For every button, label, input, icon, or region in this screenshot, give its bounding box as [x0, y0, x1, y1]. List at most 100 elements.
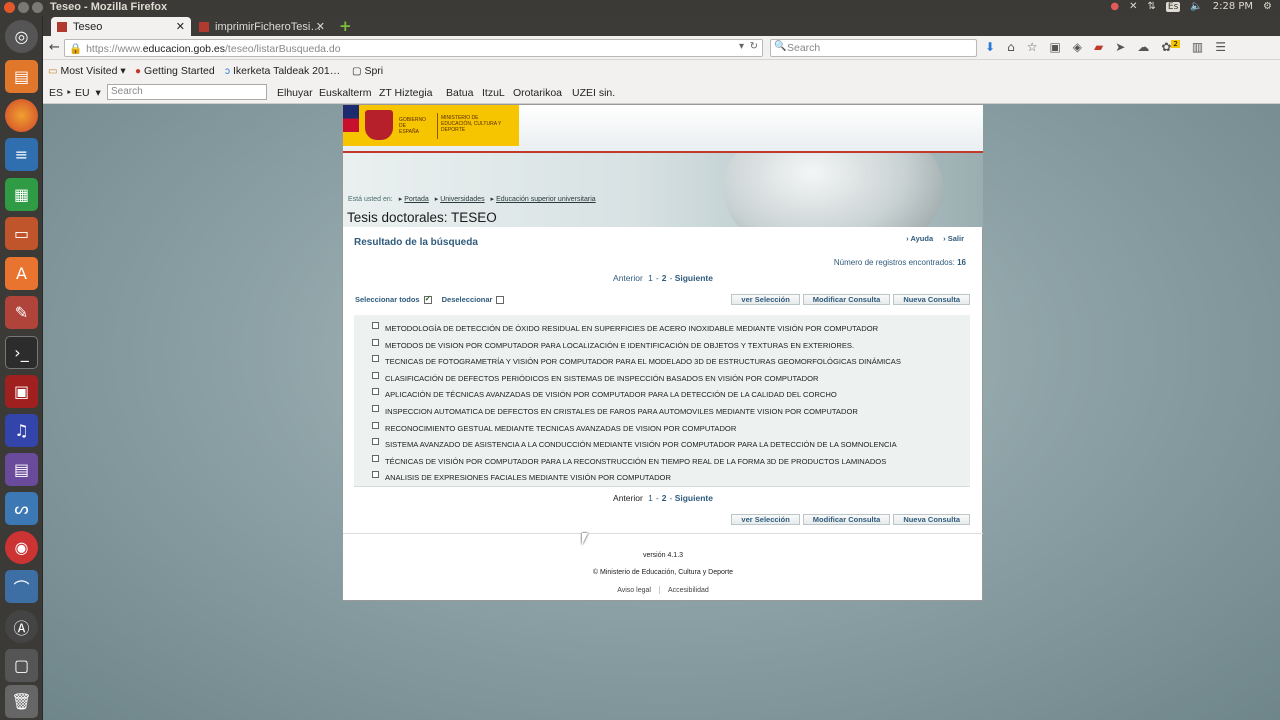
- breadcrumb-universidades[interactable]: Universidades: [440, 196, 484, 203]
- breadcrumb-educacion-superior[interactable]: Educación superior universitaria: [496, 196, 596, 203]
- list-item[interactable]: METODOLOGÍA DE DETECCIÓN DE ÓXIDO RESIDU…: [372, 322, 878, 333]
- ver-seleccion-button[interactable]: ver Selección: [731, 294, 800, 305]
- trash-icon[interactable]: 🗑: [5, 685, 38, 718]
- addon-icon[interactable]: ▰: [1094, 40, 1103, 54]
- thesis-title[interactable]: ANALISIS DE EXPRESIONES FACIALES MEDIANT…: [385, 473, 671, 482]
- power-gear-icon[interactable]: ⚙: [1263, 1, 1272, 12]
- window-maximize-button[interactable]: [32, 2, 43, 13]
- app-icon[interactable]: ▣: [5, 375, 38, 408]
- deselect-checkbox[interactable]: [496, 295, 505, 304]
- addon-link-uzei[interactable]: UZEI sin.: [572, 87, 615, 99]
- chat-icon[interactable]: ☁: [1137, 40, 1149, 54]
- app2-icon[interactable]: ◉: [5, 531, 38, 564]
- language-selector[interactable]: ES ‣ EU ▾: [49, 87, 101, 99]
- addon-link-batua[interactable]: Batua: [446, 87, 473, 99]
- help-link[interactable]: › Ayuda: [906, 234, 933, 243]
- camera-icon[interactable]: ●: [1110, 1, 1119, 12]
- terminal-icon[interactable]: ›_: [5, 336, 38, 369]
- window-close-button[interactable]: [4, 2, 15, 13]
- nueva-consulta-button[interactable]: Nueva Consulta: [893, 514, 970, 525]
- puzzle-addon-icon[interactable]: ✿ 2: [1161, 40, 1180, 54]
- item-checkbox[interactable]: [372, 422, 379, 429]
- pager-next[interactable]: Siguiente: [675, 493, 713, 503]
- addon-link-elhuyar[interactable]: Elhuyar: [277, 87, 313, 99]
- tab-teseo[interactable]: Teseo ✕: [51, 17, 191, 36]
- accesibilidad-link[interactable]: Accesibilidad: [668, 587, 709, 594]
- modificar-consulta-button[interactable]: Modificar Consulta: [802, 294, 891, 305]
- thesis-title[interactable]: METODOS DE VISION POR COMPUTADOR PARA LO…: [385, 341, 854, 350]
- thesis-title[interactable]: METODOLOGÍA DE DETECCIÓN DE ÓXIDO RESIDU…: [385, 324, 878, 333]
- network-icon[interactable]: ⇅: [1148, 1, 1156, 12]
- breadcrumb-portada[interactable]: Portada: [404, 196, 429, 203]
- close-tab-icon[interactable]: ✕: [316, 20, 325, 33]
- item-checkbox[interactable]: [372, 339, 379, 346]
- list-item[interactable]: RECONOCIMIENTO GESTUAL MEDIANTE TECNICAS…: [372, 422, 736, 433]
- thesis-title[interactable]: TECNICAS DE FOTOGRAMETRÍA Y VISIÓN POR C…: [385, 357, 901, 366]
- list-item[interactable]: INSPECCION AUTOMATICA DE DEFECTOS EN CRI…: [372, 405, 858, 416]
- workspaces-icon[interactable]: ▢: [5, 649, 38, 682]
- bookmark-star-icon[interactable]: ☆: [1027, 40, 1038, 54]
- send-icon[interactable]: ➤: [1115, 40, 1125, 54]
- keyboard-layout-indicator[interactable]: Es: [1165, 1, 1181, 12]
- tab-imprimir[interactable]: imprimirFicheroTesi… ✕: [193, 17, 331, 36]
- ubuntu-dash-icon[interactable]: ◎: [5, 20, 38, 53]
- menu-icon[interactable]: ☰: [1215, 40, 1226, 54]
- ministry-logo[interactable]: GOBIERNO DE ESPAÑA MINISTERIO DE EDUCACI…: [359, 105, 519, 146]
- list-item[interactable]: TECNICAS DE FOTOGRAMETRÍA Y VISIÓN POR C…: [372, 355, 901, 366]
- clipboard-icon[interactable]: ▥: [1192, 40, 1203, 54]
- impress-icon[interactable]: ▭: [5, 217, 38, 250]
- item-checkbox[interactable]: [372, 355, 379, 362]
- item-checkbox[interactable]: [372, 471, 379, 478]
- bookmark-ikerketa[interactable]: ↄ Ikerketa Taldeak 201…: [225, 65, 340, 77]
- list-item[interactable]: APLICACIÓN DE TÉCNICAS AVANZADAS DE VISI…: [372, 388, 837, 399]
- media-icon[interactable]: ▤: [5, 453, 38, 486]
- url-bar[interactable]: 🔒 https://www.educacion.gob.es/teseo/list…: [64, 39, 763, 57]
- reload-icon[interactable]: ▾ ↻: [739, 41, 758, 52]
- thesis-title[interactable]: APLICACIÓN DE TÉCNICAS AVANZADAS DE VISI…: [385, 390, 837, 399]
- browser-search-input[interactable]: 🔍 Search: [770, 39, 977, 57]
- ver-seleccion-button[interactable]: ver Selección: [731, 514, 800, 525]
- addon-link-itzul[interactable]: ItzuL: [482, 87, 505, 99]
- pager-page-1[interactable]: 1: [648, 273, 653, 283]
- home-icon[interactable]: ⌂: [1007, 40, 1015, 54]
- pager-page-2[interactable]: 2: [662, 493, 667, 503]
- settings-icon[interactable]: ✎: [5, 296, 38, 329]
- updater-icon[interactable]: Ⓐ: [5, 610, 38, 643]
- firefox-icon[interactable]: [5, 99, 38, 132]
- list-item[interactable]: SISTEMA AVANZADO DE ASISTENCIA A LA COND…: [372, 438, 897, 449]
- clock[interactable]: 2:28 PM: [1213, 1, 1253, 12]
- bookmark-spri[interactable]: ▢ Spri: [352, 65, 383, 77]
- writer-icon[interactable]: ≡: [5, 138, 38, 171]
- list-item[interactable]: ANALISIS DE EXPRESIONES FACIALES MEDIANT…: [372, 471, 671, 482]
- exit-link[interactable]: › Salir: [943, 234, 964, 243]
- item-checkbox[interactable]: [372, 322, 379, 329]
- thesis-title[interactable]: RECONOCIMIENTO GESTUAL MEDIANTE TECNICAS…: [385, 424, 736, 433]
- python-icon[interactable]: ᔕ: [5, 492, 38, 525]
- back-arrow-icon[interactable]: ←: [49, 40, 60, 55]
- item-checkbox[interactable]: [372, 405, 379, 412]
- bookmark-most-visited[interactable]: ▭ Most Visited ▾: [48, 65, 126, 77]
- thesis-title[interactable]: TÉCNICAS DE VISIÓN POR COMPUTADOR PARA L…: [385, 457, 886, 466]
- addon-link-zt-hiztegia[interactable]: ZT Hiztegia: [379, 87, 433, 99]
- network-tools-icon[interactable]: ✕: [1129, 1, 1137, 12]
- new-tab-plus-icon[interactable]: +: [339, 17, 352, 35]
- volume-icon[interactable]: 🔈: [1190, 1, 1202, 12]
- item-checkbox[interactable]: [372, 455, 379, 462]
- close-tab-icon[interactable]: ✕: [176, 20, 185, 33]
- list-item[interactable]: TÉCNICAS DE VISIÓN POR COMPUTADOR PARA L…: [372, 455, 886, 466]
- addon-search-input[interactable]: Search: [107, 84, 267, 100]
- audio-icon[interactable]: ♫: [5, 414, 38, 447]
- thesis-title[interactable]: SISTEMA AVANZADO DE ASISTENCIA A LA COND…: [385, 440, 897, 449]
- item-checkbox[interactable]: [372, 388, 379, 395]
- pocket-icon[interactable]: ◈: [1073, 40, 1082, 54]
- pager-next[interactable]: Siguiente: [675, 273, 713, 283]
- pager-page-1[interactable]: 1: [648, 493, 653, 503]
- thesis-title[interactable]: CLASIFICACIÓN DE DEFECTOS PERIÓDICOS EN …: [385, 374, 818, 383]
- select-all-checkbox[interactable]: [423, 294, 432, 304]
- software-center-icon[interactable]: A: [5, 257, 38, 290]
- pager-page-2[interactable]: 2: [662, 273, 667, 283]
- files-icon[interactable]: ▤: [5, 60, 38, 93]
- addon-link-euskalterm[interactable]: Euskalterm: [319, 87, 372, 99]
- app3-icon[interactable]: ⌒: [5, 570, 38, 603]
- item-checkbox[interactable]: [372, 438, 379, 445]
